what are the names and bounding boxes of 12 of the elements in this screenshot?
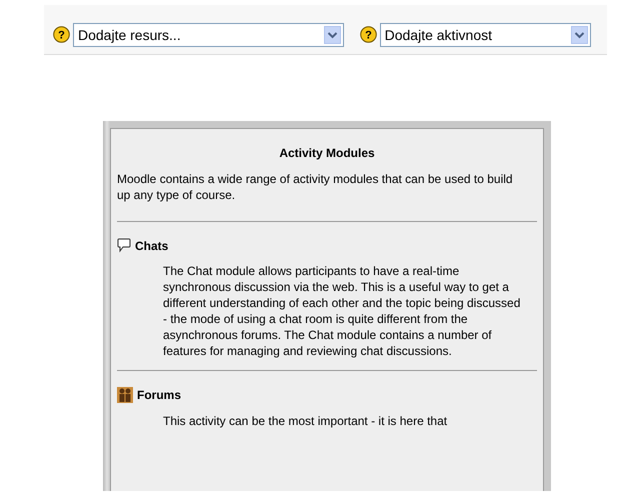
- module-description: The Chat module allows participants to have a real-time synchronous discussion via the web. This is a useful way to get a different understanding of each other and the topic being discussed - the mode of using a chat room is quite different from the asynchronous forums. The Chat module contains a number of features for managing and reviewing chat discussions.: [162, 263, 522, 360]
- help-icon[interactable]: ?: [360, 26, 377, 43]
- people-icon: [117, 387, 133, 403]
- speech-bubble-icon: [117, 238, 131, 253]
- module-heading: Forums: [137, 388, 182, 402]
- intro-text: Moodle contains a wide range of activity modules that can be used to build up any type of course.: [117, 171, 537, 222]
- dropdown[interactable]: Dodajte resurs...: [73, 22, 344, 46]
- dropdown[interactable]: Dodajte aktivnost: [380, 22, 591, 46]
- panel-title: Activity Modules: [278, 145, 376, 160]
- module-heading: Chats: [135, 238, 168, 252]
- help-icon[interactable]: ?: [53, 26, 70, 43]
- module-description: This activity can be the most important - it is here that: [162, 413, 448, 430]
